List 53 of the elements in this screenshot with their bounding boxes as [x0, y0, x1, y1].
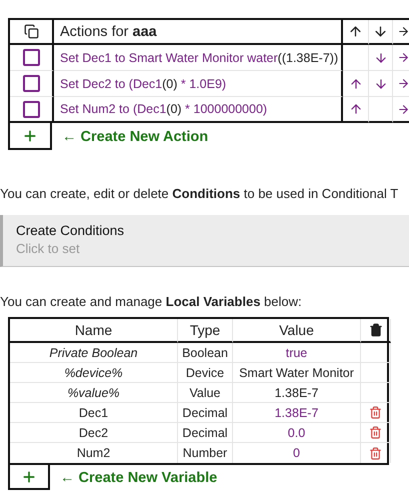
variable-value-link[interactable]: 0 — [293, 446, 300, 460]
conditions-note: You can create, edit or delete Conditions to be used in Conditional T — [0, 186, 400, 201]
arrow-down-icon — [373, 24, 388, 39]
variable-type: Boolean — [182, 346, 228, 360]
column-header: Name — [74, 322, 112, 338]
create-variable-link[interactable]: ← Create New Variable — [60, 470, 218, 486]
variable-value: 1.38E-7 — [274, 386, 318, 400]
checkbox[interactable] — [22, 49, 40, 66]
arrow-right-icon[interactable] — [397, 51, 409, 64]
column-header: Value — [279, 322, 314, 338]
variable-name: Dec2 — [78, 426, 108, 440]
delete-icon[interactable] — [369, 426, 382, 439]
copy-icon[interactable] — [24, 24, 38, 39]
variable-name: Private Boolean — [49, 346, 138, 360]
actions-title: Actions for aaa — [60, 24, 157, 40]
column-header: Type — [190, 322, 220, 338]
variable-type: Value — [189, 386, 221, 400]
action-link[interactable]: Set Dec2 to (Dec1(0) * 1.0E9) — [60, 76, 226, 90]
variable-type: Device — [186, 366, 224, 380]
arrow-right-icon[interactable] — [397, 77, 409, 90]
variable-name: Num2 — [76, 446, 110, 460]
checkbox[interactable] — [22, 100, 40, 118]
action-link[interactable]: Set Dec1 to Smart Water Monitor water((1.38E-7)) — [60, 50, 338, 64]
variable-value-link[interactable]: 0.0 — [288, 426, 306, 440]
action-link[interactable]: Set Num2 to (Dec1(0) * 1000000000) — [60, 102, 268, 116]
delete-icon[interactable] — [369, 446, 382, 460]
variable-type: Decimal — [182, 406, 228, 420]
arrow-right-icon — [397, 25, 409, 38]
variable-name: %device% — [64, 366, 123, 380]
trash-icon[interactable] — [368, 323, 382, 337]
delete-icon[interactable] — [369, 406, 382, 419]
checkbox[interactable] — [22, 75, 40, 92]
variables-note: You can create and manage Local Variables below: — [0, 294, 303, 309]
variable-type: Decimal — [182, 426, 228, 440]
arrow-up-icon[interactable] — [348, 102, 362, 116]
add-button[interactable] — [8, 463, 50, 490]
arrow-down-icon[interactable] — [374, 50, 388, 64]
variable-name: Dec1 — [78, 406, 108, 420]
arrow-down-icon[interactable] — [374, 76, 388, 90]
plus-icon — [22, 128, 38, 144]
arrow-right-icon[interactable] — [397, 102, 409, 116]
variable-name: %value% — [67, 386, 120, 400]
variable-value-link[interactable]: true — [286, 346, 308, 360]
add-button[interactable] — [8, 123, 52, 150]
create-conditions-card[interactable]: Create Conditions Click to set — [0, 215, 409, 267]
card-subtitle: Click to set — [16, 241, 81, 256]
create-action-link[interactable]: ← Create New Action — [62, 128, 208, 144]
variable-value: Smart Water Monitor — [239, 366, 354, 380]
variable-value-link[interactable]: 1.38E-7 — [274, 406, 318, 420]
card-title: Create Conditions — [16, 223, 126, 238]
variable-type: Number — [182, 446, 228, 460]
plus-icon — [21, 468, 37, 484]
arrow-up-icon[interactable] — [348, 76, 362, 90]
